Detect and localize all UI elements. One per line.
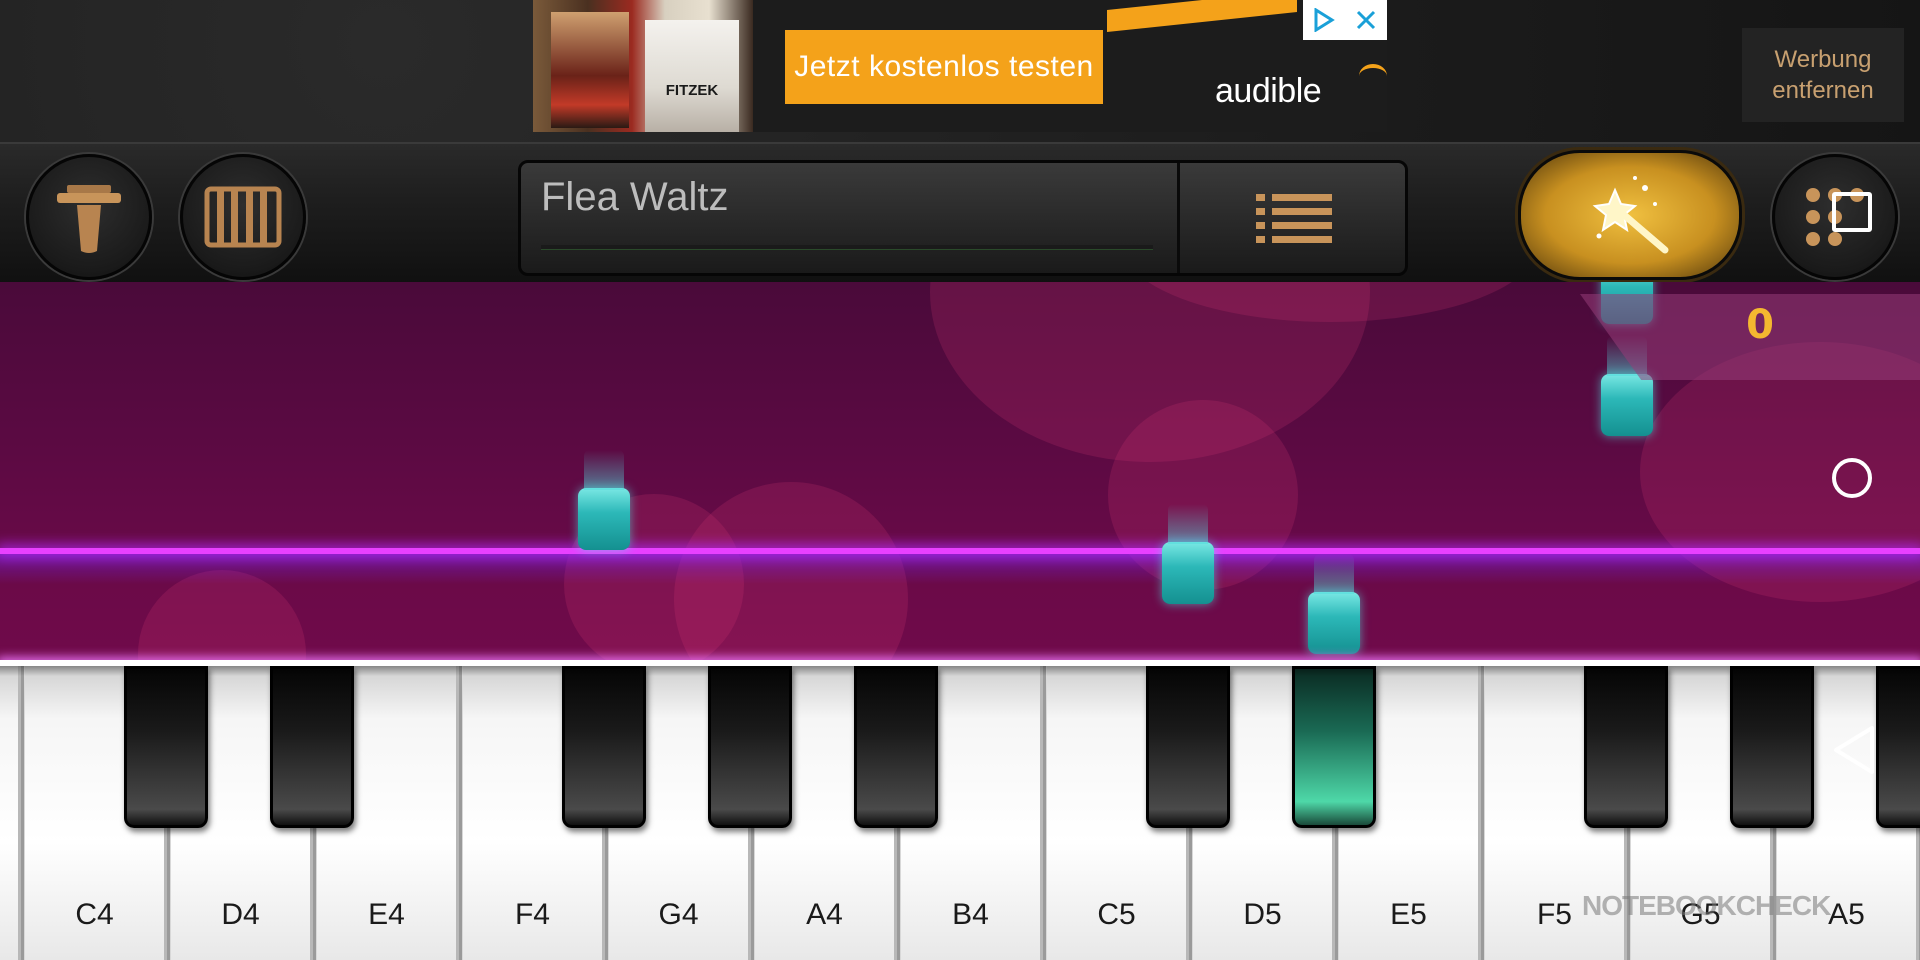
black-key-c-sharp-5[interactable] [1146,666,1230,828]
song-title[interactable]: Flea Waltz [541,175,728,220]
black-key-f-sharp-5[interactable] [1584,666,1668,828]
home-nav-button[interactable] [1832,458,1872,498]
hit-line [0,548,1920,554]
metronome-icon [57,185,121,253]
metronome-button[interactable] [26,154,152,280]
ad-book-title: FITZEK [665,82,719,99]
key-label: E4 [368,898,405,931]
key-label: C4 [75,898,114,931]
watermark-text: NOTEBOOKCHECK [1582,890,1831,921]
key-label: E5 [1390,898,1427,931]
white-key[interactable] [0,666,21,960]
key-label: C5 [1097,898,1136,931]
piano-keys-icon [204,186,282,248]
black-key-g-sharp-4[interactable] [708,666,792,828]
song-progress-bar [541,245,1153,250]
note-highway: 0 [0,282,1920,662]
ad-book-cover-left [551,12,629,128]
list-icon [1256,194,1332,243]
key-label: B4 [952,898,989,931]
ad-decoration [1107,0,1297,32]
score-value: 0 [1746,302,1774,348]
black-key-c-sharp-4[interactable] [124,666,208,828]
falling-note [1601,336,1653,436]
key-label: D4 [221,898,260,931]
song-list-button[interactable] [1183,163,1405,273]
recents-nav-button[interactable] [1832,192,1872,232]
falling-note [1162,504,1214,604]
ad-book-covers: FITZEK [533,0,753,132]
ad-choices[interactable] [1303,0,1387,40]
key-label: D5 [1243,898,1282,931]
key-label: F4 [514,898,550,931]
black-key-g-sharp-5[interactable] [1730,666,1814,828]
ad-cta-button[interactable]: Jetzt kostenlos testen [785,30,1103,104]
close-icon[interactable] [1345,0,1387,40]
key-label: A4 [806,898,843,931]
adchoices-icon[interactable] [1303,0,1345,40]
black-key-a-sharp-5[interactable] [1876,666,1920,828]
falling-note [1308,554,1360,654]
black-key-f-sharp-4[interactable] [562,666,646,828]
black-key-d-sharp-4[interactable] [270,666,354,828]
song-panel: Flea Waltz [518,160,1408,276]
ad-brand-logo: audible [1215,72,1322,110]
key-label: G4 [658,898,699,931]
magic-wand-icon [1592,176,1669,254]
keyboard-shade [0,666,1920,676]
toolbar: Flea Waltz [0,142,1920,284]
song-panel-divider [1177,163,1180,273]
falling-note [578,450,630,550]
magic-mode-button[interactable] [1518,150,1742,280]
remove-ads-button[interactable]: Werbung entfernen [1742,28,1904,122]
back-icon [1834,726,1874,774]
ad-banner[interactable]: FITZEK Jetzt kostenlos testen audible [533,0,1387,132]
ad-bar: FITZEK Jetzt kostenlos testen audible We… [0,0,1920,142]
back-nav-button[interactable] [1832,724,1876,780]
black-key-a-sharp-4[interactable] [854,666,938,828]
ad-brand-wave [1359,64,1387,88]
black-key-d-sharp-5-active[interactable] [1292,666,1376,828]
hitline-glow [0,554,1920,584]
ad-book-cover-right: FITZEK [645,20,739,132]
keyboard-button[interactable] [180,154,306,280]
